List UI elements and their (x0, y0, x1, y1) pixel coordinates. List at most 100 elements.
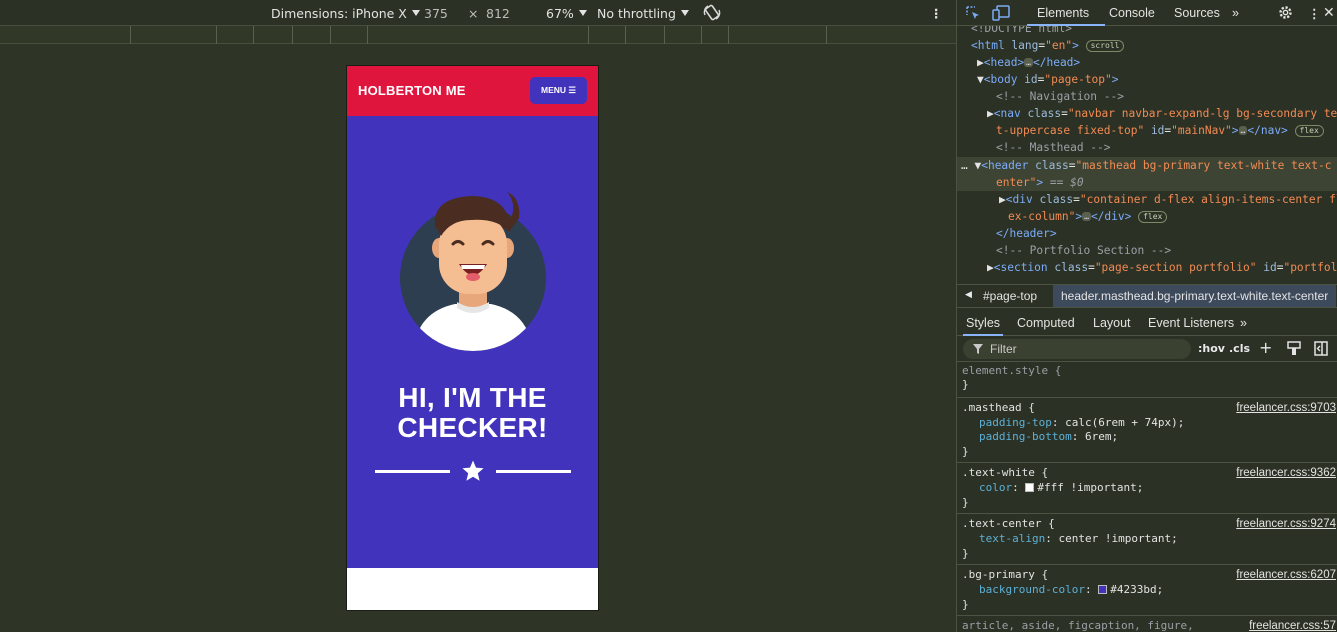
styles-tabbar: Styles Computed Layout Event Listeners » (957, 310, 1337, 336)
styles-filter-row: Filter :hov .cls + (957, 336, 1337, 362)
filter-placeholder: Filter (990, 342, 1017, 356)
rule-selector[interactable]: .masthead { (962, 401, 1035, 416)
color-swatch[interactable] (1098, 585, 1108, 594)
color-swatch[interactable] (1025, 483, 1035, 492)
dom-line[interactable]: <!-- Masthead --> (996, 139, 1111, 156)
device-emulation-area: Dimensions: iPhone X 375 × 812 67% No th… (0, 0, 956, 632)
brand-link[interactable]: HOLBERTON ME (358, 83, 466, 98)
sidebar-toggle-icon[interactable] (1314, 341, 1328, 356)
rule-close: } (962, 496, 969, 509)
star-divider (375, 458, 571, 484)
css-rule: article, aside, figcaption, figure, free… (957, 617, 1337, 632)
more-tabs-icon[interactable]: » (1232, 6, 1239, 20)
css-rule: .text-center { freelancer.css:9274 text-… (957, 515, 1337, 565)
menu-button[interactable]: MENU ☰ (530, 77, 587, 104)
devtools-tabbar: Elements Console Sources » ⋮ ✕ (957, 0, 1337, 26)
dom-line[interactable]: <!-- Navigation --> (996, 88, 1124, 105)
breadcrumb: ◀ #page-top header.masthead.bg-primary.t… (957, 284, 1337, 308)
navbar: HOLBERTON ME MENU ☰ (347, 66, 598, 116)
dom-line[interactable]: <!DOCTYPE html> (971, 26, 1072, 37)
divider-line-right (496, 470, 571, 473)
device-toggle-icon[interactable] (992, 5, 1010, 21)
dom-line[interactable]: ex-column">… </div> flex (1008, 208, 1168, 225)
css-declaration[interactable]: background-color: #4233bd; (979, 583, 1163, 598)
rule-source-link[interactable]: freelancer.css:57 (1249, 619, 1336, 632)
tab-elements[interactable]: Elements (1037, 6, 1089, 20)
tab-layout[interactable]: Layout (1093, 316, 1131, 330)
dom-line[interactable]: <!-- Portfolio Section --> (996, 242, 1171, 259)
rule-source-link[interactable]: freelancer.css:9703 (1236, 401, 1336, 416)
more-subtabs-icon[interactable]: » (1240, 316, 1247, 330)
device-label: Dimensions: iPhone X (271, 6, 407, 21)
rule-source-link[interactable]: freelancer.css:6207 (1236, 568, 1336, 583)
devtools-panel: Elements Console Sources » ⋮ ✕ <!DOCTYPE… (956, 0, 1337, 632)
dom-line[interactable]: t-uppercase fixed-top" id="mainNav">… </n… (996, 122, 1324, 139)
rule-selector[interactable]: .text-white { (962, 466, 1048, 481)
dom-line[interactable]: <html lang="en"> scroll (971, 37, 1125, 54)
breadcrumb-item[interactable]: #page-top (983, 289, 1037, 303)
media-query-ruler (0, 26, 956, 44)
rule-source-link[interactable]: freelancer.css:9274 (1236, 517, 1336, 532)
scroll-left-icon[interactable]: ◀ (965, 289, 972, 300)
zoom-value: 67% (546, 6, 574, 21)
device-toolbar: Dimensions: iPhone X 375 × 812 67% No th… (0, 0, 956, 26)
tab-computed[interactable]: Computed (1017, 316, 1075, 330)
css-declaration[interactable]: padding-bottom: 6rem; (979, 430, 1118, 445)
flex-badge[interactable]: flex (1138, 211, 1168, 223)
device-select[interactable]: Dimensions: iPhone X (271, 6, 420, 21)
dom-line[interactable]: ▼<body id="page-top"> (977, 71, 1119, 88)
rule-selector[interactable]: element.style { (962, 364, 1061, 379)
more-options-icon[interactable]: ⋮ (930, 6, 943, 21)
filter-icon (973, 344, 983, 354)
rule-close: } (962, 378, 969, 391)
css-rule: .bg-primary { freelancer.css:6207 backgr… (957, 566, 1337, 616)
tab-console[interactable]: Console (1109, 6, 1155, 20)
dom-line[interactable]: ▶<nav class="navbar navbar-expand-lg bg-… (987, 105, 1337, 122)
close-icon[interactable]: ✕ (1323, 4, 1335, 21)
css-declaration[interactable]: padding-top: calc(6rem + 74px); (979, 416, 1184, 431)
width-input[interactable]: 375 (424, 6, 448, 21)
filter-input[interactable]: Filter (963, 339, 1191, 359)
scroll-badge[interactable]: scroll (1085, 40, 1125, 52)
dom-line[interactable]: ▶<head>… </head> (977, 54, 1080, 71)
breadcrumb-item-active[interactable]: header.masthead.bg-primary.text-white.te… (1053, 285, 1337, 307)
new-rule-icon[interactable]: + (1259, 338, 1272, 357)
throttle-value: No throttling (597, 6, 676, 21)
tab-event-listeners[interactable]: Event Listeners (1148, 316, 1234, 330)
rule-close: } (962, 598, 969, 611)
devtools-window: Dimensions: iPhone X 375 × 812 67% No th… (0, 0, 1337, 632)
css-rule: .text-white { freelancer.css:9362 color:… (957, 464, 1337, 514)
dom-line[interactable]: </header> (996, 225, 1057, 242)
chevron-down-icon (578, 10, 587, 16)
dom-line[interactable]: ▶<div class="container d-flex align-item… (999, 191, 1337, 208)
dom-line[interactable]: ▶<section class="page-section portfolio"… (987, 259, 1337, 276)
zoom-select[interactable]: 67% (546, 6, 587, 21)
rule-selector[interactable]: article, aside, figcaption, figure, (962, 619, 1194, 632)
hov-toggle[interactable]: :hov (1198, 342, 1225, 355)
rotate-icon[interactable] (703, 3, 721, 22)
dom-line-selected[interactable]: … ▼<header class="masthead bg-primary te… (961, 157, 1332, 174)
dom-line-selected-cont[interactable]: enter"> == $0 (996, 174, 1084, 191)
tab-styles[interactable]: Styles (966, 316, 1000, 330)
rule-close: } (962, 445, 969, 458)
dom-tree: <!DOCTYPE html> <html lang="en"> scroll … (957, 26, 1337, 284)
paint-brush-icon[interactable] (1287, 341, 1301, 356)
hero-title-line-2: CHECKER! (397, 412, 548, 443)
css-declaration[interactable]: color: #fff !important; (979, 481, 1143, 496)
gear-icon[interactable] (1277, 4, 1294, 21)
tab-sources[interactable]: Sources (1174, 6, 1220, 20)
height-input[interactable]: 812 (486, 6, 510, 21)
cls-toggle[interactable]: .cls (1229, 342, 1250, 355)
chevron-down-icon (411, 10, 420, 16)
star-icon (462, 460, 484, 481)
devtools-menu-icon[interactable]: ⋮ (1308, 6, 1321, 21)
css-declaration[interactable]: text-align: center !important; (979, 532, 1178, 547)
rule-selector[interactable]: .bg-primary { (962, 568, 1048, 583)
flex-badge[interactable]: flex (1294, 125, 1324, 137)
css-rule: element.style { } (957, 362, 1337, 398)
rule-selector[interactable]: .text-center { (962, 517, 1055, 532)
styles-rules: element.style { } .masthead { freelancer… (957, 362, 1337, 632)
throttle-select[interactable]: No throttling (597, 6, 689, 21)
rule-source-link[interactable]: freelancer.css:9362 (1236, 466, 1336, 481)
inspect-element-icon[interactable] (965, 5, 981, 21)
